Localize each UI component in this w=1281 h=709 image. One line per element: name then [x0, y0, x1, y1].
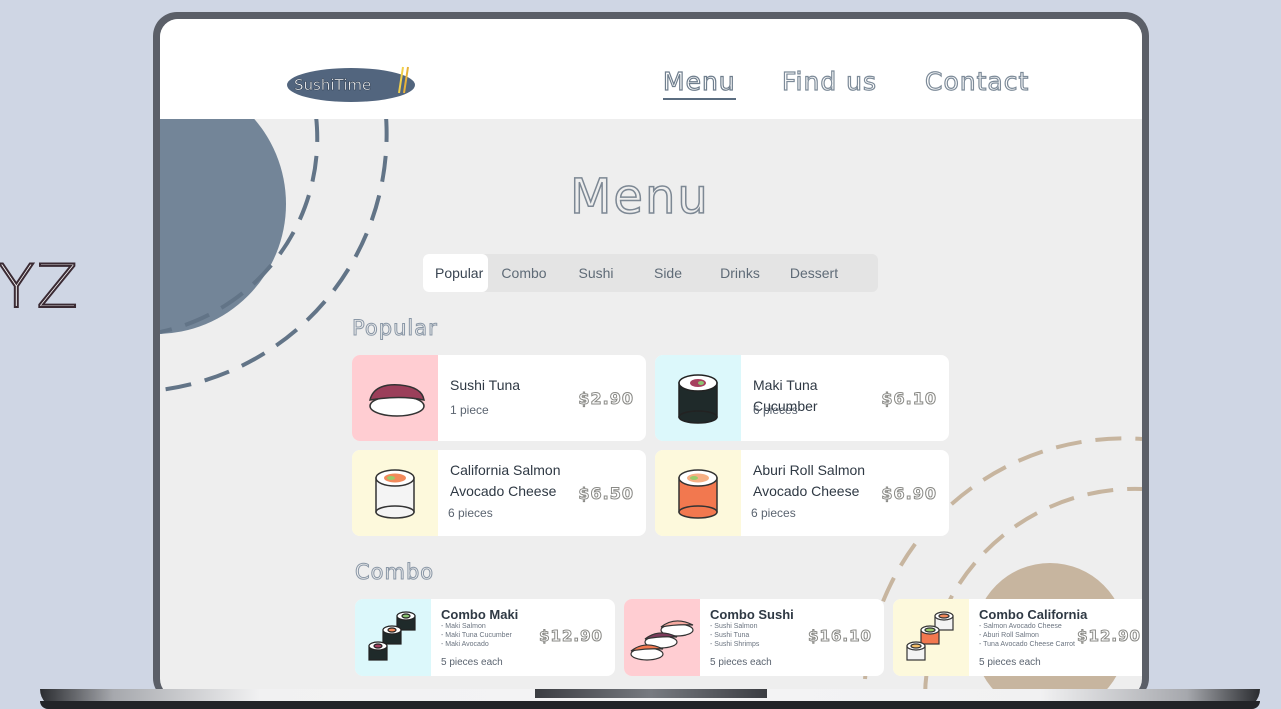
tab-sushi[interactable]: Sushi: [560, 254, 632, 292]
logo-text: SushiTime: [294, 76, 371, 94]
side-decorative-text: YZ: [0, 251, 80, 323]
item-name: Aburi Roll Salmon Avocado Cheese: [753, 462, 866, 499]
section-title-combo: Combo: [354, 560, 435, 585]
item-price: $6.10: [881, 389, 937, 409]
maki-tuna-cucumber-image: [655, 355, 741, 441]
section-title-popular: Popular: [352, 316, 438, 341]
tab-combo[interactable]: Combo: [488, 254, 560, 292]
top-navigation: SushiTime Menu Find us Contact: [160, 19, 1142, 119]
nav-link-contact[interactable]: Contact: [924, 66, 1029, 96]
laptop-screen: SushiTime Menu Find us Contact Menu Popu…: [160, 19, 1142, 697]
page-title: Menu: [569, 168, 710, 226]
item-price: $12.90: [1077, 627, 1141, 646]
california-roll-image: [352, 450, 438, 536]
tab-drinks[interactable]: Drinks: [704, 254, 776, 292]
menu-card-aburi-roll-salmon[interactable]: Aburi Roll Salmon Avocado Cheese 6 piece…: [655, 450, 949, 536]
item-name: Sushi Tuna: [450, 377, 521, 393]
menu-card-sushi-tuna[interactable]: Sushi Tuna 1 piece $2.90: [352, 355, 646, 441]
menu-card-maki-tuna-cucumber[interactable]: Maki Tuna Cucumber 6 pieces $6.10: [655, 355, 949, 441]
menu-card-combo-maki[interactable]: Combo Maki - Maki Salmon - Maki Tuna Cucu…: [355, 599, 615, 676]
tab-popular[interactable]: Popular: [423, 254, 488, 292]
laptop-frame: SushiTime Menu Find us Contact Menu Popu…: [153, 12, 1149, 702]
combo-california-image: [893, 599, 969, 676]
menu-card-combo-sushi[interactable]: Combo Sushi - Sushi Salmon - Sushi Tuna - …: [624, 599, 884, 676]
item-price: $6.50: [578, 484, 634, 504]
item-contents: - Salmon Avocado Cheese - Aburi Roll Salm…: [979, 623, 1075, 648]
dashed-arc-outer: [160, 115, 389, 392]
tab-side[interactable]: Side: [632, 254, 704, 292]
laptop-hinge: [535, 689, 767, 698]
menu-card-combo-california[interactable]: Combo California - Salmon Avocado Cheese…: [893, 599, 1142, 676]
sushi-tuna-image: [352, 355, 438, 441]
item-quantity: 5 pieces each: [710, 657, 772, 668]
item-price: $16.10: [808, 627, 872, 646]
item-quantity: 6 pieces: [448, 506, 493, 520]
item-quantity: 6 pieces: [753, 403, 798, 417]
category-tabs: Popular Combo Sushi Side Drinks Dessert: [423, 254, 878, 292]
menu-card-california-salmon[interactable]: California Salmon Avocado Cheese 6 piece…: [352, 450, 646, 536]
item-contents: - Sushi Salmon - Sushi Tuna - Sushi Shrimp…: [710, 623, 760, 648]
sushitime-logo[interactable]: SushiTime: [287, 63, 423, 103]
item-quantity: 5 pieces each: [441, 657, 503, 668]
nav-link-find-us[interactable]: Find us: [781, 66, 877, 96]
item-contents: - Maki Salmon - Maki Tuna Cucumber - Maki …: [441, 623, 512, 648]
item-quantity: 5 pieces each: [979, 657, 1041, 668]
item-price: $12.90: [539, 627, 603, 646]
combo-maki-image: [355, 599, 431, 676]
item-price: $6.90: [881, 484, 937, 504]
aburi-roll-image: [655, 450, 741, 536]
item-price: $2.90: [578, 389, 634, 409]
combo-sushi-image: [624, 599, 700, 676]
background-decoration: [160, 74, 1142, 697]
tab-dessert[interactable]: Dessert: [776, 254, 852, 292]
item-quantity: 6 pieces: [751, 506, 796, 520]
nav-link-menu[interactable]: Menu: [662, 66, 736, 100]
dashed-arc-inner: [160, 115, 320, 334]
item-quantity: 1 piece: [450, 403, 489, 417]
item-name: California Salmon Avocado Cheese: [450, 462, 561, 499]
